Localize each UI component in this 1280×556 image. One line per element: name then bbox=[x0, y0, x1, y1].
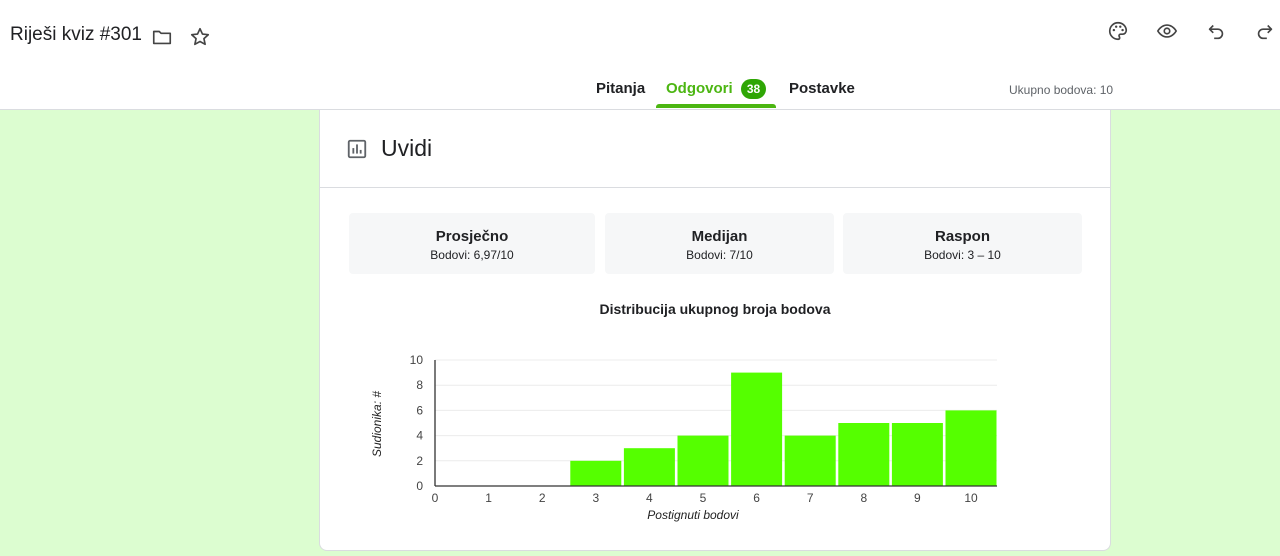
insights-card: Uvidi Prosječno Bodovi: 6,97/10 Medijan … bbox=[319, 110, 1111, 551]
y-axis-title: Sudionika: # bbox=[370, 391, 384, 457]
x-tick-label: 2 bbox=[539, 491, 546, 505]
folder-icon[interactable] bbox=[148, 23, 176, 51]
x-tick-label: 7 bbox=[807, 491, 814, 505]
bar-6 bbox=[731, 372, 783, 486]
y-tick-label: 0 bbox=[416, 479, 423, 493]
y-tick-label: 4 bbox=[416, 429, 423, 443]
x-tick-label: 3 bbox=[592, 491, 599, 505]
bar-10 bbox=[945, 410, 997, 486]
eye-icon[interactable] bbox=[1153, 17, 1181, 45]
x-tick-label: 4 bbox=[646, 491, 653, 505]
x-tick-label: 0 bbox=[432, 491, 439, 505]
total-points: Ukupno bodova: 10 bbox=[1009, 83, 1114, 97]
x-tick-labels: 0 1 2 3 4 5 6 7 8 9 10 bbox=[432, 491, 978, 505]
x-tick-label: 9 bbox=[914, 491, 921, 505]
y-tick-label: 8 bbox=[416, 378, 423, 392]
bar-8 bbox=[838, 423, 890, 486]
redo-icon[interactable] bbox=[1251, 17, 1279, 45]
responses-count-badge: 38 bbox=[741, 79, 766, 99]
x-tick-label: 1 bbox=[485, 491, 492, 505]
bar-9 bbox=[891, 423, 943, 486]
bar-5 bbox=[677, 435, 729, 486]
bar-3 bbox=[570, 460, 622, 486]
y-tick-label: 10 bbox=[410, 353, 424, 367]
palette-icon[interactable] bbox=[1104, 17, 1132, 45]
bar-7 bbox=[784, 435, 836, 486]
y-tick-label: 2 bbox=[416, 454, 423, 468]
x-tick-label: 8 bbox=[860, 491, 867, 505]
top-bar: Riješi kviz #301 Pitanja Odgovori 38 Pos… bbox=[0, 0, 1280, 110]
y-tick-labels: 0 2 4 6 8 10 bbox=[410, 353, 424, 493]
undo-icon[interactable] bbox=[1202, 17, 1230, 45]
x-tick-label: 5 bbox=[700, 491, 707, 505]
tab-settings[interactable]: Postavke bbox=[789, 72, 855, 110]
x-axis-title: Postignuti bodovi bbox=[647, 508, 739, 522]
score-distribution-chart: 0 2 4 6 8 10 0 1 2 3 4 5 6 7 8 9 10 Postignuti bodovi S… bbox=[370, 353, 997, 522]
chart-bars bbox=[570, 372, 997, 486]
y-tick-label: 6 bbox=[416, 403, 423, 417]
x-tick-label: 6 bbox=[753, 491, 760, 505]
document-title[interactable]: Riješi kviz #301 bbox=[10, 24, 142, 46]
star-icon[interactable] bbox=[186, 23, 214, 51]
bar-4 bbox=[623, 448, 675, 486]
active-tab-indicator bbox=[656, 104, 776, 108]
tab-questions[interactable]: Pitanja bbox=[596, 72, 645, 110]
x-tick-label: 10 bbox=[964, 491, 978, 505]
